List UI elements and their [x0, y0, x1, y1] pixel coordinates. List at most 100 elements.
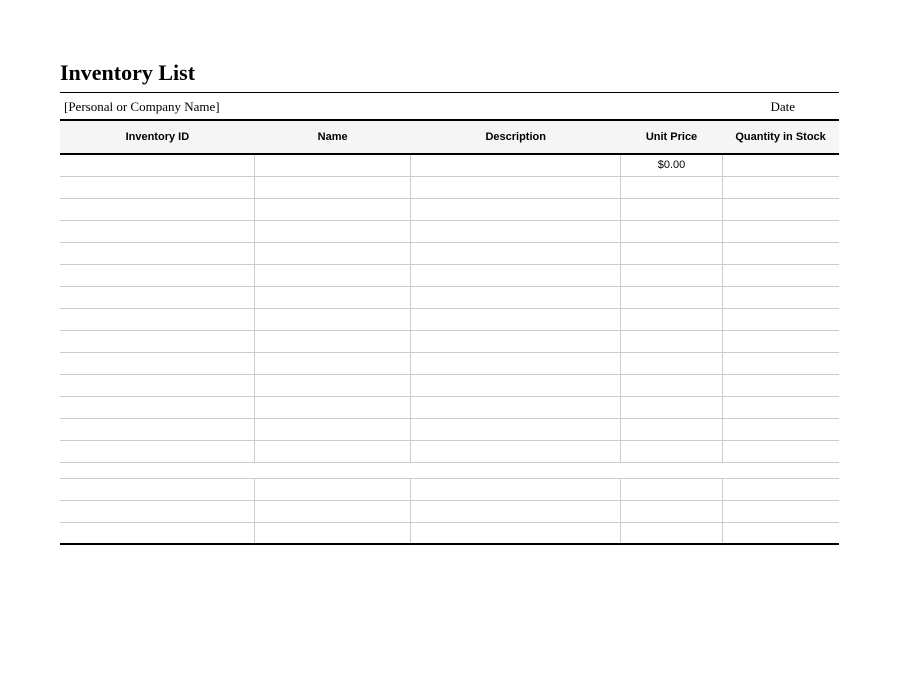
cell-quantity[interactable]	[722, 242, 839, 264]
cell-name[interactable]	[255, 286, 411, 308]
cell-inventory-id[interactable]	[60, 330, 255, 352]
cell-name[interactable]	[255, 478, 411, 500]
cell-description[interactable]	[411, 198, 621, 220]
cell-quantity[interactable]	[722, 478, 839, 500]
cell-description[interactable]	[411, 374, 621, 396]
cell-quantity[interactable]	[722, 440, 839, 462]
cell-description[interactable]	[411, 264, 621, 286]
cell-quantity[interactable]	[722, 418, 839, 440]
table-row	[60, 352, 839, 374]
cell-inventory-id[interactable]	[60, 440, 255, 462]
cell-description[interactable]	[411, 154, 621, 176]
cell-inventory-id[interactable]	[60, 242, 255, 264]
cell-description[interactable]	[411, 478, 621, 500]
cell-inventory-id[interactable]	[60, 500, 255, 522]
cell-name[interactable]	[255, 242, 411, 264]
cell-unit-price[interactable]	[621, 286, 722, 308]
cell-name[interactable]	[255, 352, 411, 374]
cell-quantity[interactable]	[722, 220, 839, 242]
cell-quantity[interactable]	[722, 286, 839, 308]
cell-description[interactable]	[411, 522, 621, 544]
cell-name[interactable]	[255, 522, 411, 544]
cell-name[interactable]	[255, 154, 411, 176]
table-header-row: Inventory ID Name Description Unit Price…	[60, 120, 839, 154]
cell-unit-price[interactable]	[621, 374, 722, 396]
cell-unit-price[interactable]	[621, 308, 722, 330]
cell-name[interactable]	[255, 374, 411, 396]
cell-unit-price[interactable]	[621, 176, 722, 198]
cell-inventory-id[interactable]	[60, 220, 255, 242]
table-row	[60, 330, 839, 352]
cell-name[interactable]	[255, 308, 411, 330]
table-row	[60, 308, 839, 330]
cell-description[interactable]	[411, 352, 621, 374]
cell-description[interactable]	[411, 440, 621, 462]
cell-name[interactable]	[255, 330, 411, 352]
col-unit-price: Unit Price	[621, 120, 722, 154]
cell-description[interactable]	[411, 242, 621, 264]
cell-quantity[interactable]	[722, 352, 839, 374]
table-row: $0.00	[60, 154, 839, 176]
cell-name[interactable]	[255, 396, 411, 418]
cell-description[interactable]	[411, 418, 621, 440]
cell-name[interactable]	[255, 500, 411, 522]
cell-unit-price[interactable]	[621, 242, 722, 264]
table-row	[60, 500, 839, 522]
table-row	[60, 396, 839, 418]
cell-quantity[interactable]	[722, 264, 839, 286]
cell-unit-price[interactable]	[621, 500, 722, 522]
col-quantity: Quantity in Stock	[722, 120, 839, 154]
cell-quantity[interactable]	[722, 154, 839, 176]
cell-inventory-id[interactable]	[60, 352, 255, 374]
cell-quantity[interactable]	[722, 396, 839, 418]
cell-quantity[interactable]	[722, 522, 839, 544]
cell-unit-price[interactable]	[621, 220, 722, 242]
company-name-placeholder: [Personal or Company Name]	[64, 99, 220, 115]
cell-description[interactable]	[411, 500, 621, 522]
header-row: [Personal or Company Name] Date	[60, 92, 839, 119]
cell-quantity[interactable]	[722, 374, 839, 396]
cell-unit-price[interactable]	[621, 440, 722, 462]
cell-description[interactable]	[411, 220, 621, 242]
cell-name[interactable]	[255, 264, 411, 286]
cell-description[interactable]	[411, 330, 621, 352]
cell-quantity[interactable]	[722, 308, 839, 330]
cell-unit-price[interactable]	[621, 330, 722, 352]
cell-quantity[interactable]	[722, 330, 839, 352]
cell-inventory-id[interactable]	[60, 478, 255, 500]
cell-inventory-id[interactable]	[60, 198, 255, 220]
cell-name[interactable]	[255, 418, 411, 440]
cell-unit-price[interactable]	[621, 198, 722, 220]
inventory-list-document: Inventory List [Personal or Company Name…	[60, 60, 839, 545]
cell-unit-price[interactable]: $0.00	[621, 154, 722, 176]
cell-inventory-id[interactable]	[60, 308, 255, 330]
cell-inventory-id[interactable]	[60, 522, 255, 544]
table-row	[60, 478, 839, 500]
table-row	[60, 374, 839, 396]
cell-quantity[interactable]	[722, 176, 839, 198]
cell-inventory-id[interactable]	[60, 264, 255, 286]
cell-description[interactable]	[411, 176, 621, 198]
cell-quantity[interactable]	[722, 500, 839, 522]
cell-inventory-id[interactable]	[60, 286, 255, 308]
cell-inventory-id[interactable]	[60, 154, 255, 176]
cell-unit-price[interactable]	[621, 478, 722, 500]
cell-description[interactable]	[411, 308, 621, 330]
cell-inventory-id[interactable]	[60, 418, 255, 440]
table-row	[60, 440, 839, 462]
cell-name[interactable]	[255, 176, 411, 198]
cell-unit-price[interactable]	[621, 352, 722, 374]
cell-unit-price[interactable]	[621, 522, 722, 544]
cell-name[interactable]	[255, 198, 411, 220]
cell-description[interactable]	[411, 286, 621, 308]
cell-name[interactable]	[255, 220, 411, 242]
cell-inventory-id[interactable]	[60, 176, 255, 198]
cell-unit-price[interactable]	[621, 396, 722, 418]
cell-inventory-id[interactable]	[60, 374, 255, 396]
cell-unit-price[interactable]	[621, 418, 722, 440]
cell-quantity[interactable]	[722, 198, 839, 220]
cell-name[interactable]	[255, 440, 411, 462]
cell-description[interactable]	[411, 396, 621, 418]
cell-inventory-id[interactable]	[60, 396, 255, 418]
cell-unit-price[interactable]	[621, 264, 722, 286]
